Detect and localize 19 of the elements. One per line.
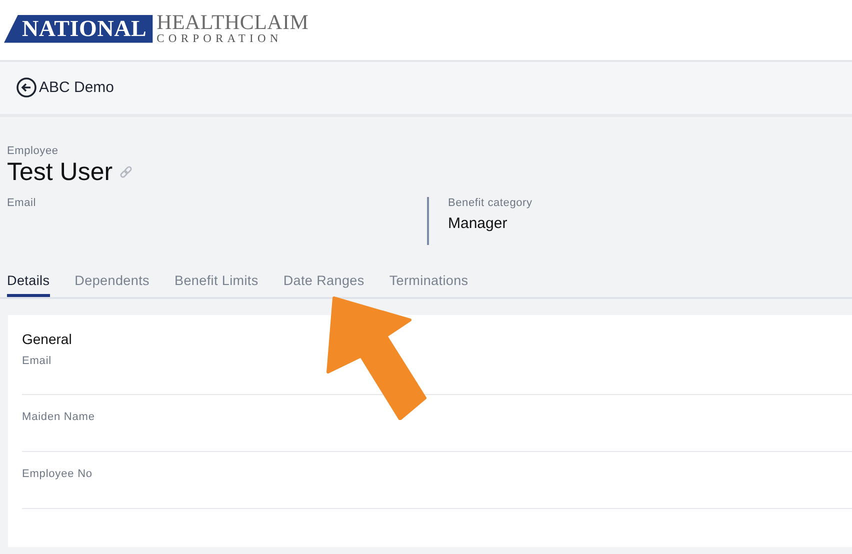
back-link[interactable]: ABC Demo — [16, 77, 114, 98]
tab[interactable]: Benefit Limits — [174, 266, 258, 297]
logo-name: HEALTHCLAIM — [156, 12, 309, 33]
email-label: Email — [7, 197, 38, 209]
tab[interactable]: Dependents — [74, 266, 150, 297]
employee-name: Test User — [7, 158, 113, 187]
logo-badge: NATIONAL — [4, 14, 153, 43]
field-label: Email — [22, 354, 52, 367]
logo-subtitle: CORPORATION — [156, 34, 284, 46]
tab[interactable]: Date Ranges — [283, 266, 364, 297]
field-label: Employee No — [22, 467, 92, 480]
link-icon[interactable] — [118, 166, 133, 180]
field-label: Maiden Name — [22, 410, 95, 423]
tab[interactable]: Terminations — [389, 266, 468, 297]
tab[interactable]: Details — [7, 266, 50, 297]
category-value: Manager — [448, 215, 508, 232]
employee-caption: Employee — [7, 145, 60, 157]
section-title: General — [22, 331, 73, 347]
category-label: Benefit category — [448, 197, 534, 209]
